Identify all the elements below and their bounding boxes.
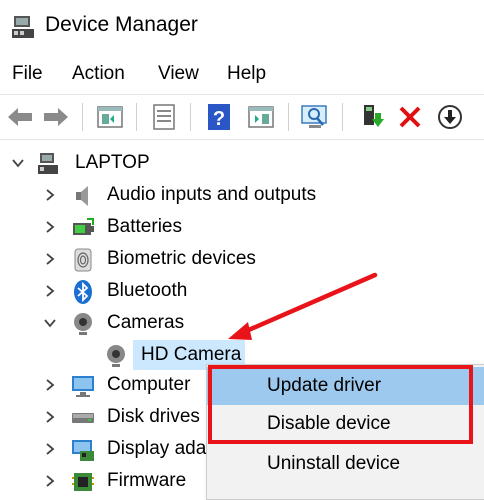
chevron-down-icon[interactable] <box>43 316 57 330</box>
chevron-right-icon[interactable] <box>43 410 57 424</box>
tree-item-cameras[interactable]: Cameras <box>0 308 484 340</box>
annotation-highlight-box <box>208 365 473 444</box>
tree-item-label: Cameras <box>107 312 185 333</box>
tree-item-label: Disk drives <box>107 406 200 427</box>
svg-text:?: ? <box>213 108 225 130</box>
toolbar-separator <box>288 103 289 131</box>
menu-action[interactable]: Action <box>72 63 125 85</box>
tree-item-label: Biometric devices <box>107 248 256 269</box>
tree-item-bluetooth[interactable]: Bluetooth <box>0 276 484 308</box>
show-hide-console-tree-icon[interactable] <box>94 101 126 133</box>
toolbar-separator <box>136 103 137 131</box>
toolbar-separator <box>82 103 83 131</box>
device-manager-icon <box>10 14 36 45</box>
toolbar: ? <box>0 94 484 140</box>
display-adapter-icon <box>70 437 96 463</box>
tree-item-audio[interactable]: Audio inputs and outputs <box>0 180 484 212</box>
tree-root-label: LAPTOP <box>75 152 150 173</box>
chevron-right-icon[interactable] <box>43 378 57 392</box>
fingerprint-icon <box>70 247 96 273</box>
chevron-right-icon[interactable] <box>43 474 57 488</box>
tree-root-laptop[interactable]: LAPTOP <box>0 148 484 180</box>
monitor-icon <box>70 373 96 399</box>
camera-icon <box>70 311 96 337</box>
back-arrow-icon[interactable] <box>4 101 36 133</box>
download-circle-icon[interactable] <box>434 101 466 133</box>
scan-for-hardware-changes-icon[interactable] <box>299 101 331 133</box>
menu-bar: File Action View Help <box>0 58 484 90</box>
tree-item-label: Firmware <box>107 470 187 491</box>
menu-item-label: Uninstall device <box>267 453 401 474</box>
tree-item-batteries[interactable]: Batteries <box>0 212 484 244</box>
toolbar-separator <box>190 103 191 131</box>
menu-view[interactable]: View <box>158 63 199 85</box>
window-title: Device Manager <box>45 13 198 36</box>
chevron-right-icon[interactable] <box>43 252 57 266</box>
speaker-icon <box>70 183 96 209</box>
battery-icon <box>70 215 96 241</box>
chevron-right-icon[interactable] <box>43 442 57 456</box>
disk-drive-icon <box>70 405 96 431</box>
tree-item-label: Audio inputs and outputs <box>107 184 317 205</box>
menu-file[interactable]: File <box>12 63 43 85</box>
help-icon[interactable]: ? <box>203 101 235 133</box>
menu-item-uninstall-device[interactable]: Uninstall device <box>207 445 484 483</box>
tree-item-biometric[interactable]: Biometric devices <box>0 244 484 276</box>
forward-arrow-icon[interactable] <box>40 101 72 133</box>
menu-help[interactable]: Help <box>227 63 266 85</box>
chevron-right-icon[interactable] <box>43 188 57 202</box>
webcam-icon <box>103 343 129 369</box>
bluetooth-icon <box>70 279 96 305</box>
uninstall-device-icon[interactable] <box>394 101 426 133</box>
chevron-right-icon[interactable] <box>43 284 57 298</box>
laptop-computer-icon <box>36 151 62 177</box>
properties-icon[interactable] <box>148 101 180 133</box>
tree-item-label: Bluetooth <box>107 280 188 301</box>
show-hide-action-pane-icon[interactable] <box>245 101 277 133</box>
firmware-icon <box>70 469 96 495</box>
toolbar-separator <box>342 103 343 131</box>
update-driver-icon[interactable] <box>358 101 390 133</box>
tree-item-label: Display ada <box>107 438 207 459</box>
chevron-right-icon[interactable] <box>43 220 57 234</box>
chevron-down-icon[interactable] <box>11 156 25 170</box>
title-bar: Device Manager <box>0 0 484 54</box>
tree-item-label: Batteries <box>107 216 182 237</box>
tree-item-label: HD Camera <box>141 344 242 365</box>
tree-item-label: Computer <box>107 374 191 395</box>
